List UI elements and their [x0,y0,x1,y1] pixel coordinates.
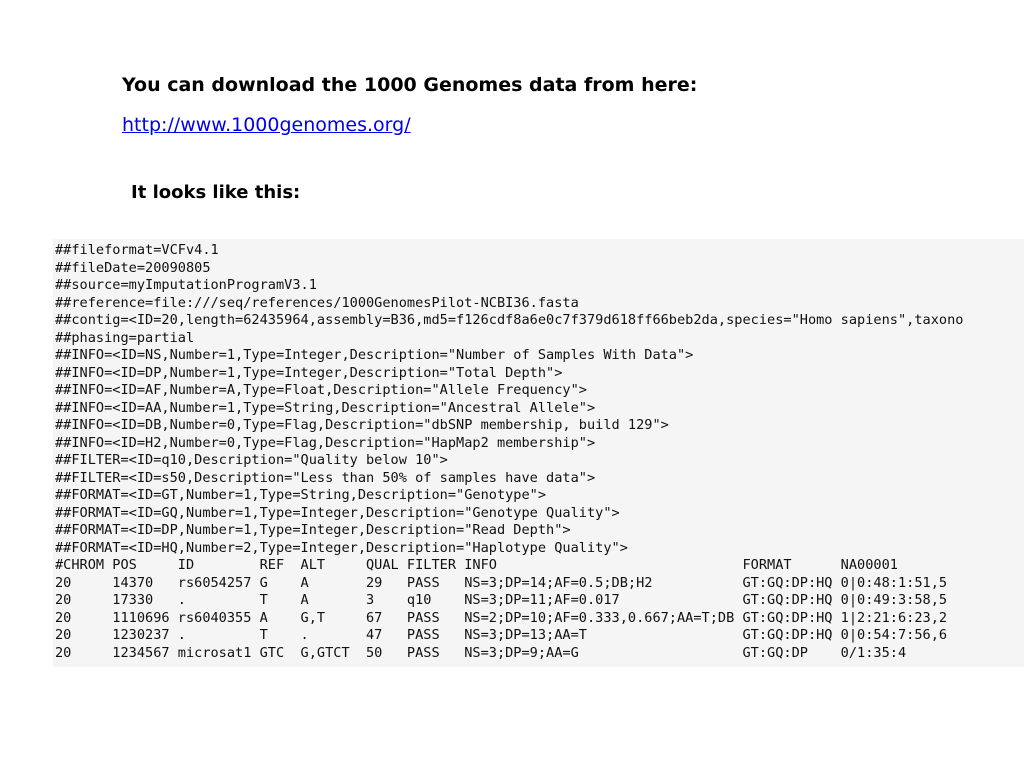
vcf-data-row: 20 17330 . T A 3 q10 NS=3;DP=11;AF=0.017… [55,592,948,608]
vcf-line-source: ##source=myImputationProgramV3.1 [55,277,317,293]
vcf-line-filedate: ##fileDate=20090805 [55,259,211,276]
vcf-line-info-aa: ##INFO=<ID=AA,Number=1,Type=String,Descr… [55,399,596,416]
vcf-code-block: ##fileformat=VCFv4.1 ##fileDate=20090805… [53,239,1024,667]
vcf-line-format-gt: ##FORMAT=<ID=GT,Number=1,Type=String,Des… [55,487,547,503]
vcf-line-fileformat: ##fileformat=VCFv4.1 [55,242,219,258]
vcf-line-info-af: ##INFO=<ID=AF,Number=A,Type=Float,Descri… [55,382,587,398]
vcf-line-info-dp: ##INFO=<ID=DP,Number=1,Type=Integer,Desc… [55,364,563,381]
vcf-data-row: 20 1230237 . T . 47 PASS NS=3;DP=13;AA=T… [55,627,948,643]
genomes-link[interactable]: http://www.1000genomes.org/ [122,114,411,136]
vcf-line-reference: ##reference=file:///seq/references/1000G… [55,294,579,311]
vcf-line-contig: ##contig=<ID=20,length=62435964,assembly… [55,312,964,328]
vcf-data-row: 20 1234567 microsat1 GTC G,GTCT 50 PASS … [55,644,907,661]
vcf-line-filter-s50: ##FILTER=<ID=s50,Description="Less than … [55,469,596,486]
vcf-data-row: 20 1110696 rs6040355 A G,T 67 PASS NS=2;… [55,609,948,626]
vcf-line-format-hq: ##FORMAT=<ID=HQ,Number=2,Type=Integer,De… [55,539,628,556]
vcf-line-phasing: ##phasing=partial [55,329,195,346]
vcf-data-row: 20 14370 rs6054257 G A 29 PASS NS=3;DP=1… [55,574,948,591]
slide-title: You can download the 1000 Genomes data f… [122,74,698,96]
vcf-line-info-ns: ##INFO=<ID=NS,Number=1,Type=Integer,Desc… [55,347,694,363]
vcf-header-row: #CHROM POS ID REF ALT QUAL FILTER INFO F… [55,557,898,573]
vcf-line-format-dp: ##FORMAT=<ID=DP,Number=1,Type=Integer,De… [55,522,571,538]
vcf-line-filter-q10: ##FILTER=<ID=q10,Description="Quality be… [55,452,448,468]
vcf-line-info-h2: ##INFO=<ID=H2,Number=0,Type=Flag,Descrip… [55,434,596,451]
vcf-line-info-db: ##INFO=<ID=DB,Number=0,Type=Flag,Descrip… [55,417,669,433]
slide-subtitle: It looks like this: [131,182,301,203]
vcf-line-format-gq: ##FORMAT=<ID=GQ,Number=1,Type=Integer,De… [55,504,620,521]
vcf-lines: ##fileformat=VCFv4.1 ##fileDate=20090805… [53,239,1024,662]
